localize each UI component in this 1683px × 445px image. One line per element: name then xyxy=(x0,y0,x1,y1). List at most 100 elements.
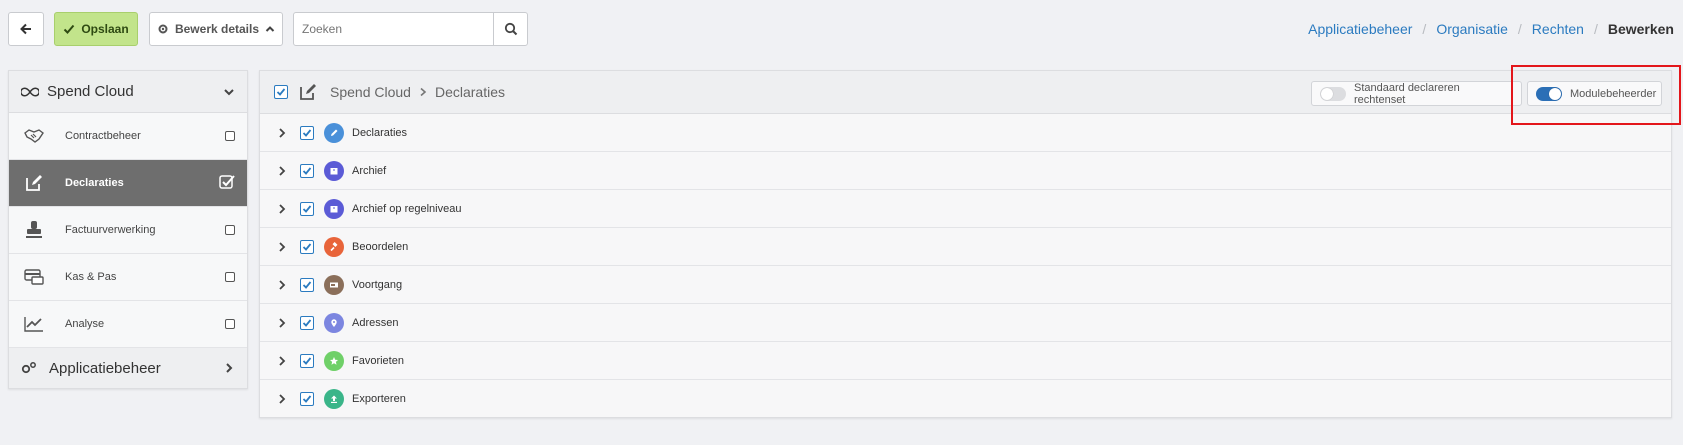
expand-chevron-icon[interactable] xyxy=(276,355,288,367)
permission-row-favorieten: Favorieten xyxy=(260,342,1671,380)
breadcrumb-separator: / xyxy=(1517,21,1522,37)
edit-icon xyxy=(298,82,318,102)
sidebar-item-label: Factuurverwerking xyxy=(65,224,156,236)
edit-details-label: Bewerk details xyxy=(174,22,260,36)
back-button[interactable] xyxy=(8,12,44,46)
breadcrumb-organisatie[interactable]: Organisatie xyxy=(1436,21,1508,37)
breadcrumb-separator: / xyxy=(1422,21,1427,37)
row-checkbox[interactable] xyxy=(300,315,314,330)
save-label: Opslaan xyxy=(81,22,129,36)
row-label: Adressen xyxy=(352,316,399,329)
infinity-icon xyxy=(21,86,39,97)
chevron-right-icon xyxy=(226,363,233,373)
row-checkbox[interactable] xyxy=(300,201,314,216)
row-label: Favorieten xyxy=(352,354,404,367)
breadcrumb-separator: / xyxy=(1593,21,1598,37)
chevron-up-icon xyxy=(265,26,275,32)
sidebar-item-checkbox[interactable] xyxy=(225,272,235,282)
row-label: Exporteren xyxy=(352,393,406,405)
row-label: Archief op regelniveau xyxy=(352,202,462,215)
sidebar-item-contractbeheer[interactable]: Contractbeheer xyxy=(9,113,247,160)
row-checkbox[interactable] xyxy=(300,353,314,368)
expand-chevron-icon[interactable] xyxy=(276,317,288,329)
expand-chevron-icon[interactable] xyxy=(276,279,288,291)
permission-row-voortgang: Voortgang xyxy=(260,266,1671,304)
permission-row-archief-regelniveau: Archief op regelniveau xyxy=(260,190,1671,228)
stamp-icon xyxy=(23,219,45,241)
row-label: Beoordelen xyxy=(352,240,409,253)
sidebar-header-title: Spend Cloud xyxy=(47,83,134,100)
row-checkbox[interactable] xyxy=(300,125,314,140)
chevron-down-icon xyxy=(224,88,234,95)
sidebar-item-checkbox[interactable] xyxy=(225,319,235,329)
permissions-panel: Spend Cloud Declaraties Standaard declar… xyxy=(259,65,1681,418)
upload-icon xyxy=(324,389,344,409)
sidebar-item-label: Contractbeheer xyxy=(65,130,141,142)
gavel-icon xyxy=(324,236,344,257)
permission-row-adressen: Adressen xyxy=(260,304,1671,342)
highlight-box xyxy=(1511,65,1681,125)
permission-row-archief: Archief xyxy=(260,152,1671,190)
row-label: Voortgang xyxy=(352,278,403,291)
arrow-left-icon xyxy=(20,23,31,35)
sidebar-item-factuurverwerking[interactable]: Factuurverwerking xyxy=(9,207,247,254)
search-icon xyxy=(504,22,517,36)
progress-icon xyxy=(324,274,344,295)
sidebar-item-label: Declaraties xyxy=(65,177,124,189)
edit-icon xyxy=(23,172,45,194)
breadcrumb-applicatiebeheer[interactable]: Applicatiebeheer xyxy=(1308,21,1412,37)
breadcrumb-current: Bewerken xyxy=(1607,21,1674,37)
panel-header: Spend Cloud Declaraties Standaard declar… xyxy=(260,65,1681,125)
sidebar-item-checkbox[interactable] xyxy=(225,225,235,235)
panel-path-root: Spend Cloud xyxy=(330,84,411,100)
chart-icon xyxy=(23,313,45,335)
panel-path: Spend Cloud Declaraties xyxy=(330,84,505,100)
sidebar-header-spend-cloud[interactable]: Spend Cloud xyxy=(9,71,247,113)
handshake-icon xyxy=(23,125,45,147)
archive-icon xyxy=(324,198,344,219)
sidebar-item-kas-pas[interactable]: Kas & Pas xyxy=(9,254,247,301)
toggle-switch[interactable] xyxy=(1320,86,1346,101)
row-label: Declaraties xyxy=(352,126,408,139)
expand-chevron-icon[interactable] xyxy=(276,127,288,139)
expand-chevron-icon[interactable] xyxy=(276,203,288,215)
breadcrumb: Applicatiebeheer / Organisatie / Rechten… xyxy=(1308,21,1674,37)
chevron-right-icon xyxy=(420,87,427,97)
sidebar-footer-title: Applicatiebeheer xyxy=(49,359,161,377)
star-icon xyxy=(324,350,344,371)
select-all-checkbox[interactable] xyxy=(274,85,288,99)
panel-path-leaf: Declaraties xyxy=(434,84,505,100)
save-button[interactable]: Opslaan xyxy=(54,12,138,46)
permission-row-declaraties: Declaraties xyxy=(260,114,1671,152)
check-icon xyxy=(64,24,75,34)
row-checkbox[interactable] xyxy=(300,392,314,406)
checked-checkbox-icon[interactable] xyxy=(219,174,235,193)
toggle-label: Standaard declareren rechtenset xyxy=(1354,81,1460,106)
gear-icon xyxy=(158,24,168,34)
search-box xyxy=(293,12,528,46)
row-label: Archief xyxy=(352,164,387,177)
location-icon xyxy=(324,312,344,333)
expand-chevron-icon[interactable] xyxy=(276,393,288,405)
search-button[interactable] xyxy=(493,13,527,45)
row-checkbox[interactable] xyxy=(300,163,314,178)
default-rights-toggle[interactable]: Standaard declareren rechtenset xyxy=(1311,81,1522,106)
permission-row-beoordelen: Beoordelen xyxy=(260,228,1671,266)
sidebar-item-label: Analyse xyxy=(65,318,105,330)
sidebar-item-analyse[interactable]: Analyse xyxy=(9,301,247,348)
permission-row-exporteren: Exporteren xyxy=(260,380,1671,418)
sidebar-item-checkbox[interactable] xyxy=(225,131,235,141)
row-checkbox[interactable] xyxy=(300,239,314,254)
sidebar-footer-applicatiebeheer[interactable]: Applicatiebeheer xyxy=(9,348,247,388)
sidebar-item-declaraties[interactable]: Declaraties xyxy=(9,160,247,207)
edit-details-button[interactable]: Bewerk details xyxy=(149,12,283,46)
card-icon xyxy=(23,266,45,288)
archive-icon xyxy=(324,160,344,181)
sidebar: Spend Cloud Contractbeheer Declaraties F… xyxy=(8,70,248,389)
row-checkbox[interactable] xyxy=(300,277,314,292)
breadcrumb-rechten[interactable]: Rechten xyxy=(1532,21,1584,37)
search-input[interactable] xyxy=(294,13,493,45)
gears-icon xyxy=(21,362,36,374)
expand-chevron-icon[interactable] xyxy=(276,241,288,253)
expand-chevron-icon[interactable] xyxy=(276,165,288,177)
